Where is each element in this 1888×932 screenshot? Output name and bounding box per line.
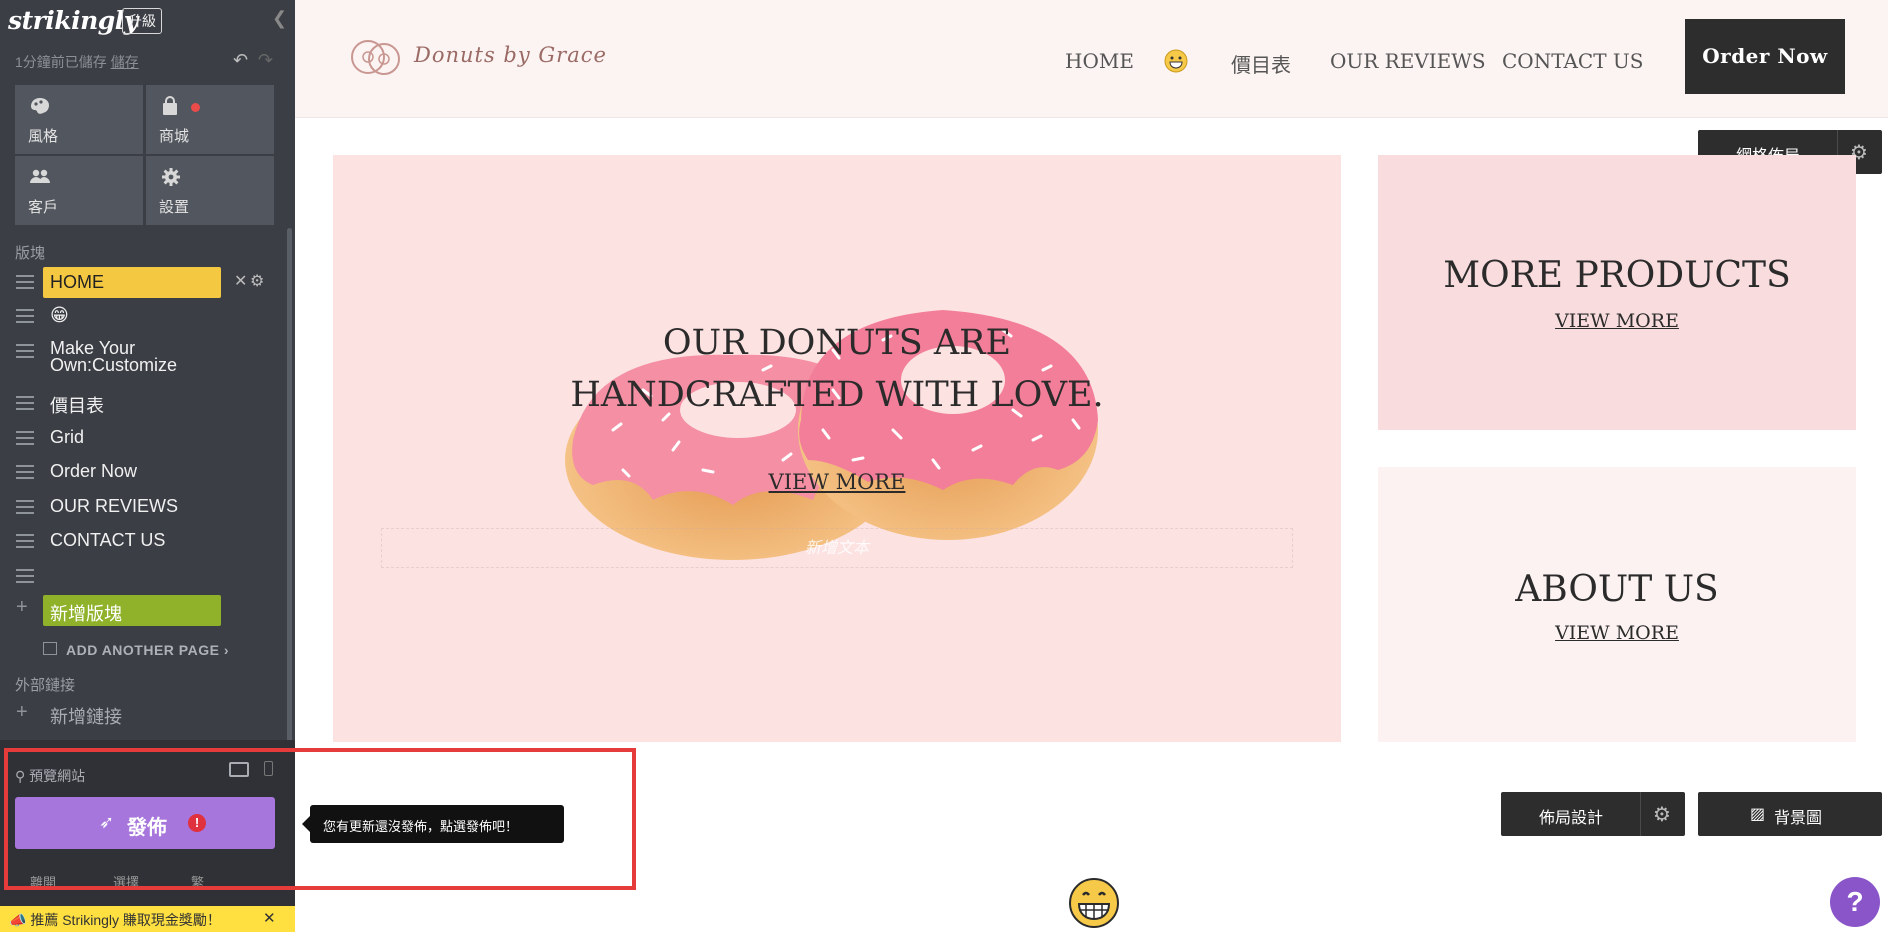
more-products-card[interactable]: MORE PRODUCTS VIEW MORE	[1378, 155, 1856, 430]
section-settings-icon[interactable]: ⚙	[250, 271, 264, 291]
about-us-link[interactable]: VIEW MORE	[1378, 622, 1856, 644]
pages-icon	[43, 642, 57, 655]
external-links-heading: 外部鏈接	[15, 677, 76, 694]
layout-design-label: 佈局設計	[1539, 810, 1604, 827]
drag-handle-icon[interactable]	[16, 344, 34, 358]
drag-handle-icon[interactable]	[16, 465, 34, 479]
section-row-pricing[interactable]: 價目表	[0, 389, 285, 417]
add-another-page-link[interactable]: ADD ANOTHER PAGE ›	[66, 642, 229, 658]
section-label-reviews: OUR REVIEWS	[50, 496, 179, 516]
section-row-contact[interactable]: CONTACT US	[0, 527, 285, 555]
section-row-emoji[interactable]: 😁	[0, 302, 285, 330]
grinning-emoji-icon[interactable]	[1068, 877, 1120, 929]
saved-time-text: 1分鐘前已儲存	[15, 54, 107, 70]
section-row-order-now[interactable]: Order Now	[0, 458, 285, 486]
palette-icon	[31, 98, 49, 114]
site-header: Donuts by Grace HOME 價目表 OUR REVIEWS CON…	[295, 0, 1888, 118]
store-tile[interactable]: 商城	[146, 85, 274, 154]
sidebar-scrollbar[interactable]	[287, 228, 292, 748]
gear-icon	[162, 168, 180, 186]
section-label-grid: Grid	[50, 427, 85, 447]
drag-handle-icon[interactable]	[16, 431, 34, 445]
hero-title-line2[interactable]: HANDCRAFTED WITH LOVE.	[333, 375, 1341, 415]
add-text-placeholder[interactable]: 新增文本	[381, 528, 1293, 568]
drag-handle-icon[interactable]	[16, 275, 34, 289]
notification-dot	[191, 103, 200, 112]
referral-label: 推薦 Strikingly 賺取現金獎勵！	[30, 912, 221, 928]
editor-tools-grid: 風格 商城 客戶 設置	[15, 85, 274, 225]
add-external-link[interactable]: 新增鏈接	[50, 703, 122, 729]
background-image-label: 背景圖	[1774, 810, 1823, 827]
section-label-pricing: 價目表	[50, 396, 104, 416]
drag-handle-icon[interactable]	[16, 309, 34, 323]
redo-icon[interactable]: ↷	[258, 50, 273, 71]
referral-banner[interactable]: 📣 推薦 Strikingly 賺取現金獎勵！ ✕	[0, 906, 295, 932]
users-icon	[30, 169, 50, 183]
section-label-order-now: Order Now	[50, 461, 138, 481]
nav-pricing[interactable]: 價目表	[1231, 49, 1291, 78]
drag-handle-icon[interactable]	[16, 569, 34, 583]
section-row-customize[interactable]: Make Your Own:Customize	[0, 337, 285, 379]
sidebar-header: strikingly 升級 ❮	[0, 0, 295, 40]
settings-tile[interactable]: 設置	[146, 156, 274, 225]
about-us-title[interactable]: ABOUT US	[1378, 569, 1856, 610]
nav-reviews[interactable]: OUR REVIEWS	[1330, 49, 1486, 73]
drag-handle-icon[interactable]	[16, 534, 34, 548]
referral-text: 📣 推薦 Strikingly 賺取現金獎勵！	[9, 912, 221, 928]
customers-tile[interactable]: 客戶	[15, 156, 143, 225]
strikingly-logo[interactable]: strikingly	[8, 6, 138, 35]
more-products-link[interactable]: VIEW MORE	[1378, 310, 1856, 332]
hero-block[interactable]: OUR DONUTS ARE HANDCRAFTED WITH LOVE. VI…	[333, 155, 1341, 742]
drag-handle-icon[interactable]	[16, 500, 34, 514]
close-icon[interactable]: ✕	[263, 909, 276, 927]
collapse-sidebar-icon[interactable]: ❮	[272, 8, 287, 29]
tile-label-style: 風格	[28, 128, 59, 145]
shopping-bag-icon	[163, 96, 177, 115]
brand-name[interactable]: Donuts by Grace	[414, 43, 607, 67]
section-row-reviews[interactable]: OUR REVIEWS	[0, 493, 285, 521]
help-button[interactable]: ?	[1830, 877, 1880, 927]
delete-section-icon[interactable]: ✕	[234, 271, 247, 291]
drag-handle-icon[interactable]	[16, 396, 34, 410]
donut-logo-icon	[351, 40, 400, 75]
background-image-button[interactable]: ▨ 背景圖	[1698, 792, 1882, 836]
hero-title-line1[interactable]: OUR DONUTS ARE	[333, 323, 1341, 363]
more-products-title[interactable]: MORE PRODUCTS	[1378, 255, 1856, 296]
gear-icon[interactable]: ⚙	[1653, 802, 1671, 827]
add-section-plus-icon[interactable]: +	[16, 596, 28, 619]
section-row-blank[interactable]	[0, 562, 285, 590]
grinning-emoji-icon[interactable]	[1164, 49, 1188, 73]
save-link[interactable]: 儲存	[111, 54, 139, 70]
section-home-highlight[interactable]: HOME	[43, 267, 221, 298]
add-section-button[interactable]: 新增版塊	[43, 595, 221, 626]
image-icon: ▨	[1750, 806, 1766, 823]
tile-label-settings: 設置	[159, 199, 190, 216]
upgrade-button[interactable]: 升級	[122, 8, 162, 34]
section-row-grid[interactable]: Grid	[0, 424, 285, 452]
about-us-card[interactable]: ABOUT US VIEW MORE	[1378, 467, 1856, 742]
add-section-label: 新增版塊	[50, 604, 122, 624]
sections-heading: 版塊	[15, 245, 46, 262]
hero-view-more-link[interactable]: VIEW MORE	[333, 470, 1341, 494]
section-label-home: HOME	[50, 272, 104, 292]
layout-design-button[interactable]: 佈局設計 ⚙	[1501, 792, 1685, 836]
order-now-button[interactable]: Order Now	[1685, 19, 1845, 94]
nav-home[interactable]: HOME	[1065, 49, 1134, 73]
section-label-contact: CONTACT US	[50, 530, 166, 550]
highlight-frame	[4, 748, 636, 890]
add-external-plus-icon[interactable]: +	[16, 701, 28, 724]
tile-label-store: 商城	[159, 128, 190, 145]
undo-icon[interactable]: ↶	[233, 50, 248, 71]
button-divider	[1640, 792, 1641, 836]
section-label-customize: Make Your Own:Customize	[50, 338, 178, 375]
tile-label-customers: 客戶	[28, 199, 59, 216]
save-status: 1分鐘前已儲存 儲存	[15, 52, 139, 72]
style-tile[interactable]: 風格	[15, 85, 143, 154]
section-label-emoji: 😁	[50, 305, 69, 325]
nav-contact[interactable]: CONTACT US	[1502, 49, 1643, 73]
